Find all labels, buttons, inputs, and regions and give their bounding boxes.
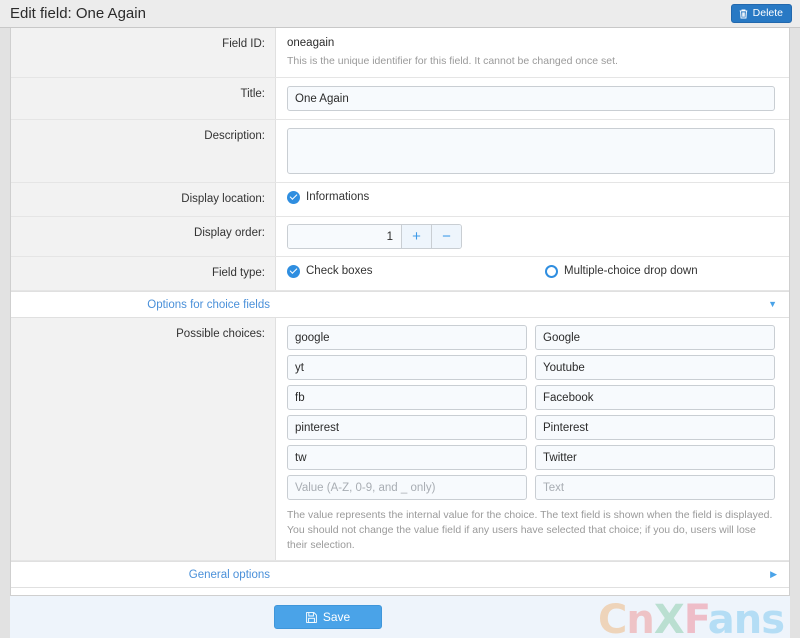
form-footer: Save CnXFans (10, 596, 790, 638)
row-title: Title: (11, 78, 789, 120)
choice-text-input[interactable] (535, 445, 775, 470)
possible-choices-label: Possible choices: (11, 318, 276, 560)
watermark-letter: n (733, 597, 763, 638)
field-type-option-label: Check boxes (306, 265, 373, 277)
watermark-letter: C (598, 597, 627, 638)
row-field-type: Field type: Check boxes Multiple-choice … (11, 257, 789, 291)
field-type-option-check-boxes[interactable]: Check boxes (287, 264, 545, 279)
choice-value-input[interactable] (287, 385, 527, 410)
choice-row-empty (287, 475, 775, 500)
choice-value-input[interactable] (287, 445, 527, 470)
watermark-letter: s (761, 597, 785, 638)
row-field-id: Field ID: oneagain This is the unique id… (11, 28, 789, 78)
choice-text-input[interactable] (535, 415, 775, 440)
field-id-value: oneagain (287, 37, 335, 49)
possible-choices-help: The value represents the internal value … (287, 509, 773, 551)
check-on-icon (287, 191, 300, 204)
choice-value-input-empty[interactable] (287, 475, 527, 500)
display-order-body: + − (276, 217, 789, 256)
display-location-label: Display location: (11, 183, 276, 216)
choice-row (287, 355, 775, 380)
floppy-save-icon (305, 611, 317, 623)
window-header: Edit field: One Again Delete (0, 0, 800, 28)
choice-row (287, 445, 775, 470)
radio-on-icon (287, 265, 300, 278)
choice-row (287, 415, 775, 440)
description-label: Description: (11, 120, 276, 182)
section-title-choice-options: Options for choice fields (147, 298, 270, 311)
field-type-option-dropdown[interactable]: Multiple-choice drop down (545, 264, 698, 279)
edit-field-card: Field ID: oneagain This is the unique id… (10, 28, 790, 596)
display-order-input[interactable] (288, 225, 401, 248)
save-button[interactable]: Save (274, 605, 382, 629)
title-label: Title: (11, 78, 276, 119)
title-input[interactable] (287, 86, 775, 111)
display-order-label: Display order: (11, 217, 276, 256)
delete-button-label: Delete (752, 7, 783, 20)
row-description: Description: (11, 120, 789, 183)
display-location-option-label: Informations (306, 191, 370, 203)
row-display-order: Display order: + − (11, 217, 789, 257)
choice-value-input[interactable] (287, 355, 527, 380)
cnxfans-watermark: CnXFans (598, 597, 785, 638)
choice-row (287, 325, 775, 350)
field-type-option-label: Multiple-choice drop down (564, 265, 698, 277)
trash-icon (739, 9, 748, 19)
title-body (276, 78, 789, 119)
radio-off-icon (545, 265, 558, 278)
choice-value-input[interactable] (287, 325, 527, 350)
row-display-location: Display location: Informations (11, 183, 789, 217)
field-id-label: Field ID: (11, 28, 276, 77)
display-location-body: Informations (276, 183, 789, 216)
section-header-choice-options[interactable]: Options for choice fields ▼ (11, 291, 789, 318)
row-possible-choices: Possible choices: google Google yt Youtu… (11, 318, 789, 561)
choice-row (287, 385, 775, 410)
choice-text-input[interactable] (535, 355, 775, 380)
description-body (276, 120, 789, 182)
display-order-decrement-button[interactable]: − (431, 225, 461, 248)
choice-text-input[interactable] (535, 385, 775, 410)
choice-text-input-empty[interactable] (535, 475, 775, 500)
delete-button[interactable]: Delete (730, 4, 792, 23)
display-location-option-informations[interactable]: Informations (287, 190, 775, 205)
field-type-label: Field type: (11, 257, 276, 290)
choice-text-input[interactable] (535, 325, 775, 350)
watermark-letter: X (653, 597, 685, 638)
chevron-right-icon[interactable]: ▶ (770, 570, 777, 579)
section-title-general-options: General options (188, 568, 270, 581)
field-type-body: Check boxes Multiple-choice drop down (276, 257, 789, 290)
watermark-letter: a (707, 597, 735, 638)
display-order-increment-button[interactable]: + (401, 225, 431, 248)
section-header-general-options[interactable]: General options ▶ (11, 561, 789, 588)
field-id-help: This is the unique identifier for this f… (287, 55, 618, 67)
field-id-body: oneagain This is the unique identifier f… (276, 28, 789, 77)
description-textarea[interactable] (287, 128, 775, 174)
chevron-down-icon[interactable]: ▼ (768, 300, 777, 309)
save-button-label: Save (322, 610, 351, 624)
watermark-letter: n (626, 597, 655, 638)
watermark-letter: F (683, 597, 709, 638)
field-type-options: Check boxes Multiple-choice drop down (287, 264, 775, 279)
page-title: Edit field: One Again (10, 4, 146, 22)
choice-value-input[interactable] (287, 415, 527, 440)
page-body: Field ID: oneagain This is the unique id… (0, 28, 800, 638)
display-order-stepper[interactable]: + − (287, 224, 462, 249)
possible-choices-body: The value represents the internal value … (276, 318, 789, 560)
